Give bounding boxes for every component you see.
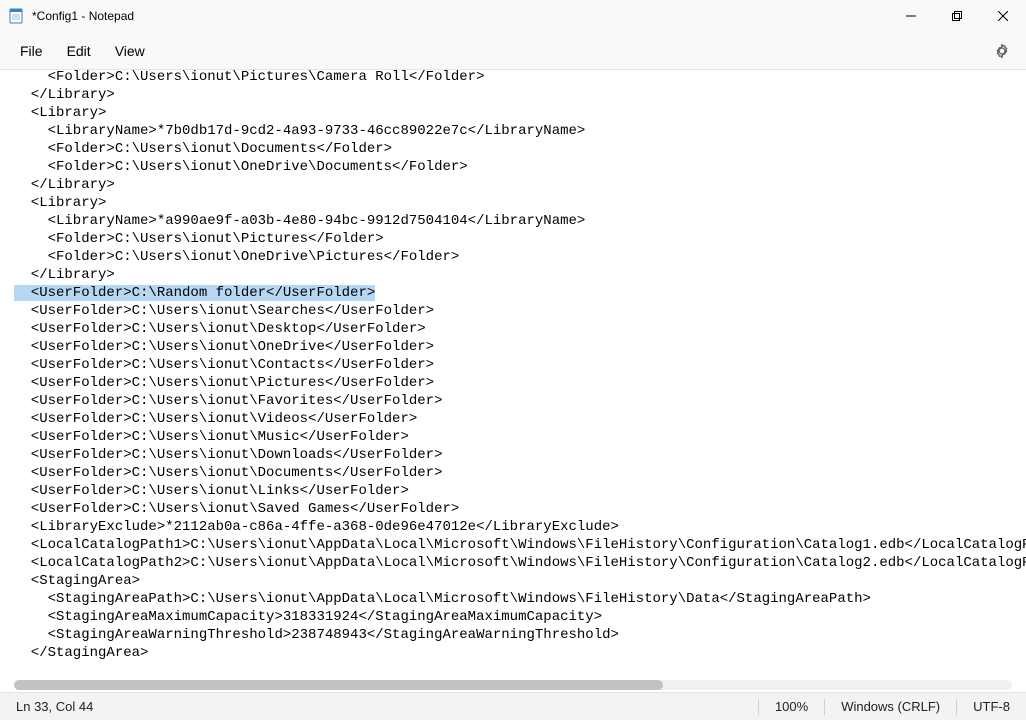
menubar: File Edit View <box>0 32 1026 70</box>
editor-content[interactable]: <Folder>C:\Users\ionut\Pictures\Camera R… <box>0 70 1026 662</box>
editor-line[interactable]: <StagingAreaMaximumCapacity>318331924</S… <box>14 608 1026 626</box>
titlebar: *Config1 - Notepad <box>0 0 1026 32</box>
horizontal-scrollbar[interactable] <box>14 680 1012 690</box>
editor-line[interactable]: <StagingArea> <box>14 572 1026 590</box>
maximize-button[interactable] <box>934 0 980 32</box>
editor-line[interactable]: <Library> <box>14 104 1026 122</box>
status-position: Ln 33, Col 44 <box>0 693 109 720</box>
editor-line[interactable]: <UserFolder>C:\Users\ionut\Links</UserFo… <box>14 482 1026 500</box>
editor-line[interactable]: </Library> <box>14 176 1026 194</box>
editor-line[interactable]: <LocalCatalogPath2>C:\Users\ionut\AppDat… <box>14 554 1026 572</box>
editor-line[interactable]: <StagingAreaPath>C:\Users\ionut\AppData\… <box>14 590 1026 608</box>
editor-line[interactable]: <UserFolder>C:\Users\ionut\Pictures</Use… <box>14 374 1026 392</box>
menu-view[interactable]: View <box>103 39 157 63</box>
notepad-icon <box>8 8 24 24</box>
status-zoom[interactable]: 100% <box>759 693 824 720</box>
editor-line[interactable]: <LibraryExclude>*2112ab0a-c86a-4ffe-a368… <box>14 518 1026 536</box>
editor-line[interactable]: <UserFolder>C:\Users\ionut\Music</UserFo… <box>14 428 1026 446</box>
editor-line[interactable]: <Folder>C:\Users\ionut\Pictures</Folder> <box>14 230 1026 248</box>
editor-line[interactable]: <Library> <box>14 194 1026 212</box>
editor-line[interactable]: <Folder>C:\Users\ionut\OneDrive\Document… <box>14 158 1026 176</box>
editor-line[interactable]: </Library> <box>14 266 1026 284</box>
scrollbar-thumb[interactable] <box>14 680 663 690</box>
editor-line[interactable]: <UserFolder>C:\Users\ionut\Saved Games</… <box>14 500 1026 518</box>
status-line-ending: Windows (CRLF) <box>825 693 956 720</box>
statusbar: Ln 33, Col 44 100% Windows (CRLF) UTF-8 <box>0 692 1026 720</box>
status-encoding: UTF-8 <box>957 693 1026 720</box>
editor-line[interactable]: <UserFolder>C:\Users\ionut\Desktop</User… <box>14 320 1026 338</box>
settings-button[interactable] <box>986 35 1018 67</box>
editor-area[interactable]: <Folder>C:\Users\ionut\Pictures\Camera R… <box>0 70 1026 692</box>
editor-line[interactable]: <UserFolder>C:\Random folder</UserFolder… <box>14 284 1026 302</box>
editor-line[interactable]: </StagingArea> <box>14 644 1026 662</box>
editor-line[interactable]: <UserFolder>C:\Users\ionut\Documents</Us… <box>14 464 1026 482</box>
editor-line[interactable]: <UserFolder>C:\Users\ionut\OneDrive</Use… <box>14 338 1026 356</box>
gear-icon <box>994 43 1010 59</box>
window-controls <box>888 0 1026 32</box>
editor-line[interactable]: <UserFolder>C:\Users\ionut\Favorites</Us… <box>14 392 1026 410</box>
editor-line[interactable]: <UserFolder>C:\Users\ionut\Downloads</Us… <box>14 446 1026 464</box>
editor-line[interactable]: <UserFolder>C:\Users\ionut\Searches</Use… <box>14 302 1026 320</box>
window-title: *Config1 - Notepad <box>32 9 888 23</box>
editor-line[interactable]: <StagingAreaWarningThreshold>238748943</… <box>14 626 1026 644</box>
close-button[interactable] <box>980 0 1026 32</box>
minimize-button[interactable] <box>888 0 934 32</box>
editor-line[interactable]: <Folder>C:\Users\ionut\OneDrive\Pictures… <box>14 248 1026 266</box>
editor-line[interactable]: <Folder>C:\Users\ionut\Pictures\Camera R… <box>14 70 1026 86</box>
editor-line[interactable]: <LibraryName>*7b0db17d-9cd2-4a93-9733-46… <box>14 122 1026 140</box>
menu-edit[interactable]: Edit <box>55 39 103 63</box>
editor-line[interactable]: <UserFolder>C:\Users\ionut\Contacts</Use… <box>14 356 1026 374</box>
editor-line[interactable]: <LibraryName>*a990ae9f-a03b-4e80-94bc-99… <box>14 212 1026 230</box>
editor-line[interactable]: <UserFolder>C:\Users\ionut\Videos</UserF… <box>14 410 1026 428</box>
menu-file[interactable]: File <box>8 39 55 63</box>
editor-line[interactable]: <LocalCatalogPath1>C:\Users\ionut\AppDat… <box>14 536 1026 554</box>
editor-line[interactable]: </Library> <box>14 86 1026 104</box>
editor-line[interactable]: <Folder>C:\Users\ionut\Documents</Folder… <box>14 140 1026 158</box>
